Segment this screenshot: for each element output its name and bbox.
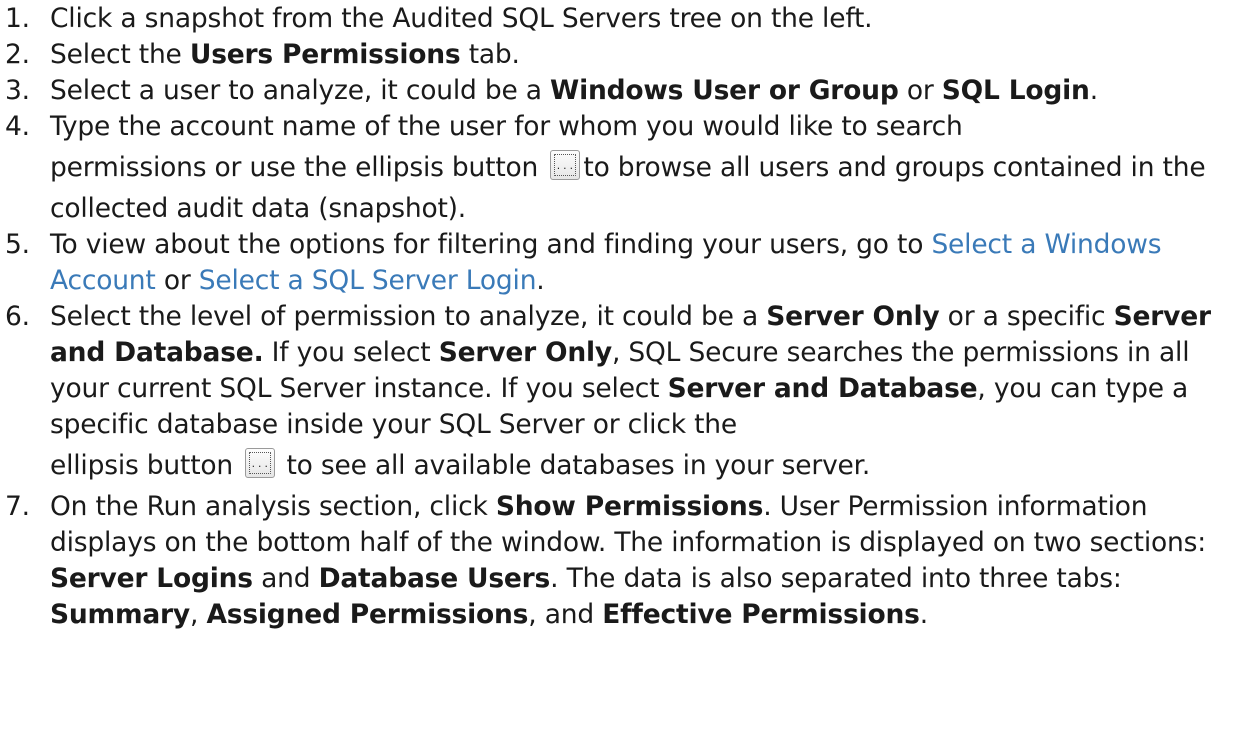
steps-list: 1. Click a snapshot from the Audited SQL…: [0, 1, 1245, 633]
step-text: to see all available databases in your s…: [278, 450, 871, 481]
ui-term-server-and-database: Server and Database: [667, 373, 978, 404]
ellipsis-dots: ...: [555, 162, 575, 172]
ui-term-server-only: Server Only: [438, 337, 612, 368]
step-text: .: [536, 265, 545, 296]
step-number: 1.: [5, 3, 30, 34]
ui-term-server-only: Server Only: [766, 301, 940, 332]
step-text: Type the account name of the user for wh…: [50, 111, 963, 142]
ui-term-summary: Summary: [50, 599, 191, 630]
step-line-with-button: permissions or use the ellipsis button .…: [50, 145, 583, 191]
step-5: 5. To view about the options for filteri…: [0, 227, 1245, 299]
step-text: On the Run analysis section, click: [50, 491, 496, 522]
step-line-with-button: ellipsis button ... to see all available…: [50, 443, 870, 489]
ui-term-server-logins: Server Logins: [50, 563, 253, 594]
ui-term-show-permissions: Show Permissions: [495, 491, 764, 522]
ui-term-effective-permissions: Effective Permissions: [602, 599, 920, 630]
step-text: , and: [528, 599, 603, 630]
ui-term-windows-user-or-group: Windows User or Group: [550, 75, 899, 106]
step-number: 2.: [5, 39, 30, 70]
step-3: 3. Select a user to analyze, it could be…: [0, 73, 1245, 109]
step-text: If you select: [263, 337, 439, 368]
step-4: 4. Type the account name of the user for…: [0, 109, 1245, 227]
step-text: . The data is also separated into three …: [550, 563, 1122, 594]
document-body: 1. Click a snapshot from the Audited SQL…: [0, 0, 1245, 633]
link-select-sql-server-login[interactable]: Select a SQL Server Login: [199, 265, 537, 296]
ellipsis-button-icon: ...: [245, 448, 276, 478]
ui-term-database-users: Database Users: [318, 563, 551, 594]
step-2: 2. Select the Users Permissions tab.: [0, 37, 1245, 73]
step-text: or a specific: [939, 301, 1114, 332]
step-6: 6. Select the level of permission to ana…: [0, 299, 1245, 489]
step-number: 6.: [5, 301, 30, 332]
step-text: .: [1089, 75, 1098, 106]
step-text: tab.: [460, 39, 520, 70]
step-text: Select the level of permission to analyz…: [50, 301, 767, 332]
step-text: or: [155, 265, 199, 296]
step-1: 1. Click a snapshot from the Audited SQL…: [0, 1, 1245, 37]
step-text: .: [919, 599, 928, 630]
step-number: 7.: [5, 491, 30, 522]
step-7: 7. On the Run analysis section, click Sh…: [0, 489, 1245, 633]
step-text: or: [898, 75, 942, 106]
step-text: ellipsis button: [50, 450, 234, 481]
step-number: 4.: [5, 111, 30, 142]
step-number: 5.: [5, 229, 30, 260]
step-text: Select a user to analyze, it could be a: [50, 75, 551, 106]
step-text: Select the: [50, 39, 190, 70]
ellipsis-dots: ...: [250, 460, 270, 470]
ui-term-assigned-permissions: Assigned Permissions: [206, 599, 529, 630]
step-text: permissions or use the ellipsis button: [50, 152, 539, 183]
ui-term-users-permissions: Users Permissions: [189, 39, 461, 70]
step-number: 3.: [5, 75, 30, 106]
step-text: To view about the options for filtering …: [50, 229, 932, 260]
step-text: and: [252, 563, 319, 594]
step-text: ,: [190, 599, 207, 630]
ellipsis-button-icon: ...: [550, 150, 581, 180]
ui-term-sql-login: SQL Login: [941, 75, 1090, 106]
step-text: Click a snapshot from the Audited SQL Se…: [50, 3, 873, 34]
